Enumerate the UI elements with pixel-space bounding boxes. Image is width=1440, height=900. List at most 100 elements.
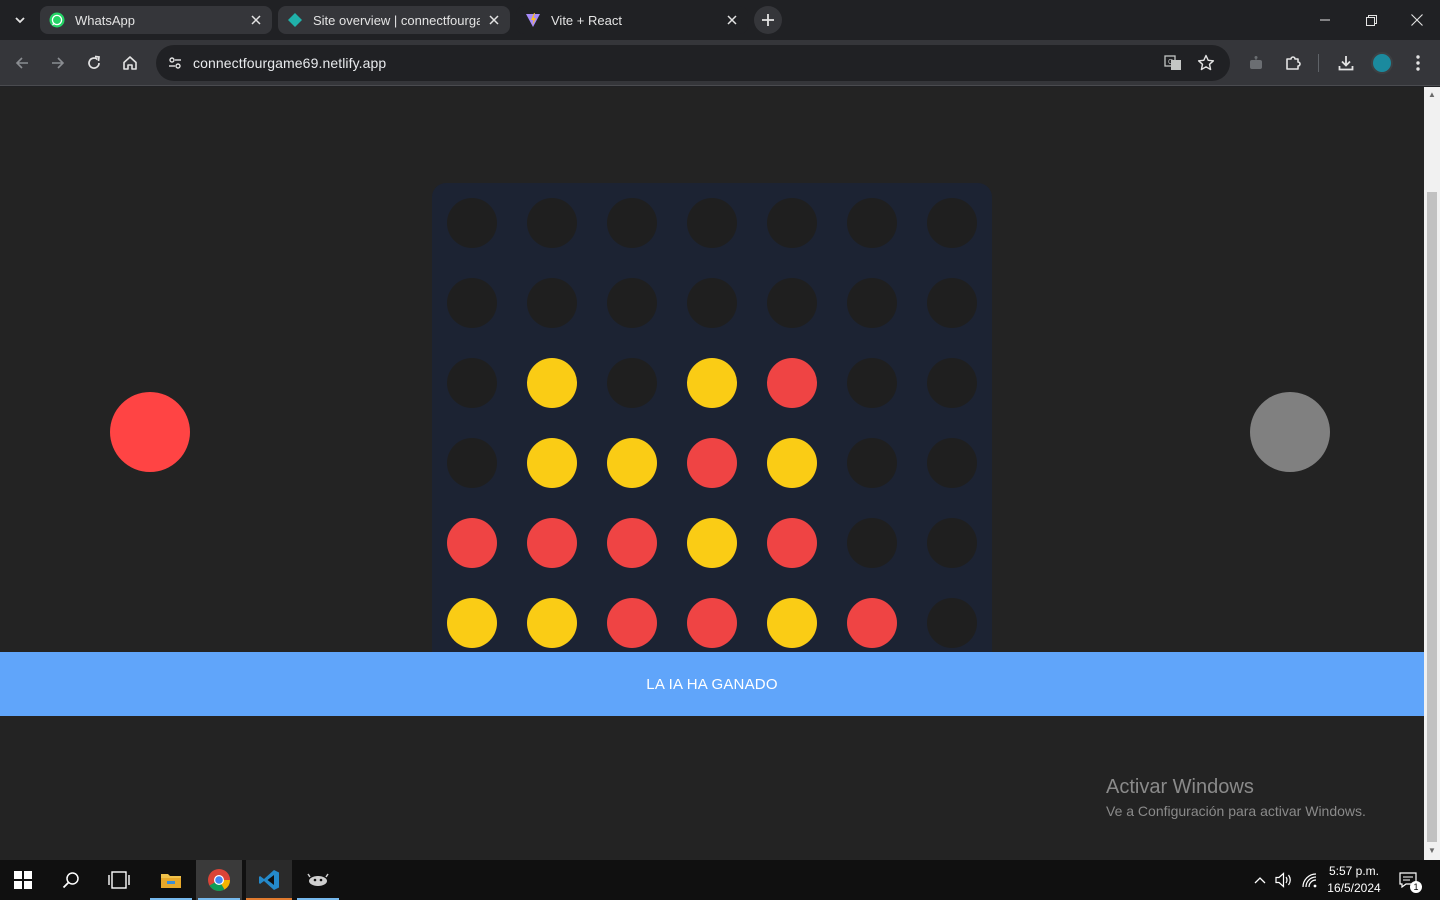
taskbar-file-explorer[interactable] xyxy=(148,860,194,900)
board-cell-yellow[interactable] xyxy=(687,518,737,568)
close-icon[interactable] xyxy=(486,12,502,28)
vertical-scrollbar[interactable]: ▲ ▼ xyxy=(1424,87,1440,860)
close-icon[interactable] xyxy=(248,12,264,28)
board-cell-red[interactable] xyxy=(607,518,657,568)
player-red-disc xyxy=(110,392,190,472)
board-cell-empty[interactable] xyxy=(927,598,977,648)
scroll-up-arrow-icon[interactable]: ▲ xyxy=(1428,91,1436,99)
minimize-button[interactable] xyxy=(1302,0,1348,40)
board-cell-empty[interactable] xyxy=(847,358,897,408)
board-cell-empty[interactable] xyxy=(447,198,497,248)
board-cell-red[interactable] xyxy=(767,358,817,408)
tab-search-button[interactable] xyxy=(8,8,32,32)
start-button[interactable] xyxy=(0,860,46,900)
tab-vite-react[interactable]: Vite + React xyxy=(516,6,748,34)
board-cell-empty[interactable] xyxy=(767,278,817,328)
extension-robot-button[interactable] xyxy=(1242,49,1270,77)
tab-netlify[interactable]: Site overview | connectfourgam xyxy=(278,6,510,34)
taskbar-chrome[interactable] xyxy=(196,860,242,900)
board-cell-empty[interactable] xyxy=(687,278,737,328)
player-ai-disc xyxy=(1250,392,1330,472)
board-cell-empty[interactable] xyxy=(927,278,977,328)
board-cell-yellow[interactable] xyxy=(607,438,657,488)
close-icon[interactable] xyxy=(724,12,740,28)
forward-button[interactable] xyxy=(44,49,72,77)
clock-time: 5:57 p.m. xyxy=(1328,864,1380,878)
board-cell-yellow[interactable] xyxy=(527,598,577,648)
board-cell-empty[interactable] xyxy=(927,518,977,568)
board-cell-empty[interactable] xyxy=(847,198,897,248)
minimize-icon xyxy=(1320,19,1330,21)
profile-avatar[interactable] xyxy=(1371,52,1393,74)
restore-button[interactable] xyxy=(1348,0,1394,40)
board-cell-red[interactable] xyxy=(447,518,497,568)
board-cell-red[interactable] xyxy=(687,598,737,648)
board-cell-empty[interactable] xyxy=(607,198,657,248)
board-cell-empty[interactable] xyxy=(607,278,657,328)
board-cell-red[interactable] xyxy=(527,518,577,568)
downloads-button[interactable] xyxy=(1332,49,1360,77)
board-cell-empty[interactable] xyxy=(767,198,817,248)
volume-icon[interactable] xyxy=(1274,870,1294,890)
new-tab-button[interactable] xyxy=(754,6,782,34)
board-cell-empty[interactable] xyxy=(687,198,737,248)
board-cell-yellow[interactable] xyxy=(447,598,497,648)
vite-icon xyxy=(525,12,541,28)
scroll-thumb[interactable] xyxy=(1427,192,1437,842)
taskbar-clock[interactable]: 5:57 p.m. 16/5/2024 xyxy=(1322,863,1386,897)
taskbar-game-app[interactable] xyxy=(295,860,341,900)
board-cell-empty[interactable] xyxy=(847,518,897,568)
board-cell-red[interactable] xyxy=(847,598,897,648)
tab-whatsapp[interactable]: WhatsApp xyxy=(40,6,272,34)
board-cell-empty[interactable] xyxy=(447,438,497,488)
board-cell-empty[interactable] xyxy=(447,278,497,328)
reload-button[interactable] xyxy=(80,49,108,77)
board-cell-empty[interactable] xyxy=(447,358,497,408)
board-cell-yellow[interactable] xyxy=(687,358,737,408)
back-button[interactable] xyxy=(8,49,36,77)
network-icon[interactable] xyxy=(1300,870,1320,890)
board-cell-red[interactable] xyxy=(607,598,657,648)
file-explorer-icon xyxy=(161,874,181,888)
tray-show-hidden-icon[interactable] xyxy=(1250,870,1270,890)
close-window-button[interactable] xyxy=(1394,0,1440,40)
board-cell-empty[interactable] xyxy=(927,198,977,248)
board-cell-empty[interactable] xyxy=(927,438,977,488)
vscode-icon xyxy=(259,870,279,890)
board-cell-empty[interactable] xyxy=(927,358,977,408)
board-cell-yellow[interactable] xyxy=(527,438,577,488)
home-icon xyxy=(123,56,137,70)
board-cell-yellow[interactable] xyxy=(767,598,817,648)
board-cell-empty[interactable] xyxy=(527,278,577,328)
clock-date: 16/5/2024 xyxy=(1327,881,1381,895)
taskbar-vscode[interactable] xyxy=(246,860,292,900)
board-cell-yellow[interactable] xyxy=(527,358,577,408)
board-cell-empty[interactable] xyxy=(607,358,657,408)
task-view-button[interactable] xyxy=(96,860,142,900)
chevron-down-icon xyxy=(15,17,25,24)
watermark-subtitle: Ve a Configuración para activar Windows. xyxy=(1106,803,1366,819)
board-cell-red[interactable] xyxy=(687,438,737,488)
translate-icon[interactable]: G xyxy=(1162,52,1184,74)
search-button[interactable] xyxy=(48,860,94,900)
board-cell-red[interactable] xyxy=(767,518,817,568)
site-info-icon[interactable] xyxy=(162,50,188,76)
page-content: LA IA HA GANADO Activar Windows Ve a Con… xyxy=(0,87,1424,860)
extensions-button[interactable] xyxy=(1279,49,1307,77)
board-cell-empty[interactable] xyxy=(847,278,897,328)
bookmark-star-icon[interactable] xyxy=(1195,52,1217,74)
address-bar[interactable]: connectfourgame69.netlify.app G xyxy=(156,45,1230,81)
result-banner: LA IA HA GANADO xyxy=(0,652,1424,716)
chrome-icon xyxy=(208,869,230,891)
browser-toolbar: connectfourgame69.netlify.app G xyxy=(0,40,1440,86)
board-cell-empty[interactable] xyxy=(527,198,577,248)
menu-button[interactable] xyxy=(1404,49,1432,77)
watermark-title: Activar Windows xyxy=(1106,776,1254,798)
scroll-down-arrow-icon[interactable]: ▼ xyxy=(1428,847,1436,855)
whatsapp-icon xyxy=(49,12,65,28)
board-cell-empty[interactable] xyxy=(847,438,897,488)
board-cell-yellow[interactable] xyxy=(767,438,817,488)
url-text[interactable]: connectfourgame69.netlify.app xyxy=(193,55,386,71)
home-button[interactable] xyxy=(116,49,144,77)
search-icon xyxy=(62,872,79,889)
